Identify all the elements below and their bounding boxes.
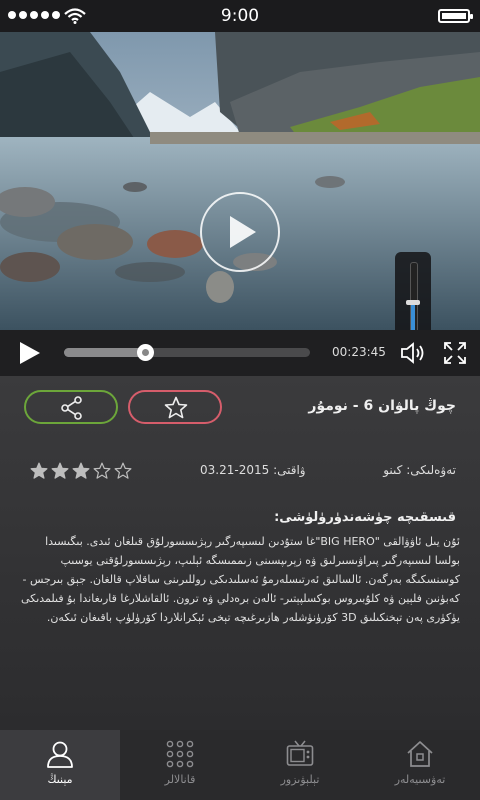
grid-icon — [166, 740, 194, 768]
tab-bar: مېنىڭ قانالالر تېلېۋىزور تەۋسىيەلەر — [0, 730, 480, 800]
share-icon — [61, 396, 82, 420]
video-player[interactable] — [0, 32, 480, 330]
tv-icon — [286, 740, 314, 766]
movie-title: چوڭ پالۋان 6 - نومۇر — [308, 398, 456, 414]
progress-played — [64, 348, 146, 357]
progress-handle[interactable] — [137, 344, 155, 361]
tab-label: تەۋسىيەلەر — [394, 773, 446, 786]
status-bar: 9:00 — [0, 0, 480, 32]
share-button[interactable] — [24, 390, 118, 424]
tab-tv[interactable]: تېلېۋىزور — [240, 730, 360, 800]
star-filled-icon — [72, 462, 90, 479]
player-controls: 00:23:45 — [0, 330, 480, 376]
status-time: 9:00 — [220, 6, 260, 26]
tab-label: قانالالر — [164, 773, 196, 786]
tab-label: مېنىڭ — [47, 773, 73, 786]
play-icon — [230, 216, 256, 248]
tab-channels[interactable]: قانالالر — [120, 730, 240, 800]
progress-bar[interactable] — [64, 344, 310, 361]
star-filled-icon — [30, 462, 48, 479]
tab-recommendations[interactable]: تەۋسىيەلەر — [360, 730, 480, 800]
fullscreen-icon[interactable] — [444, 342, 466, 364]
user-icon — [47, 741, 73, 768]
play-overlay-button[interactable] — [200, 192, 280, 272]
star-outline-icon — [164, 396, 188, 419]
tab-mine[interactable]: مېنىڭ — [0, 730, 120, 800]
rating-stars — [30, 462, 132, 480]
timecode: 00:23:45 — [332, 345, 386, 359]
volume-handle[interactable] — [406, 300, 420, 305]
release-date: ۋاقتى: 2015-03.21 — [200, 463, 306, 477]
movie-info: چوڭ پالۋان 6 - نومۇر ۋاقتى: 2015-03.21 ت… — [0, 376, 480, 730]
battery-icon — [438, 9, 473, 23]
play-button[interactable] — [20, 342, 40, 364]
star-filled-icon — [51, 462, 69, 479]
star-empty-icon — [114, 462, 132, 479]
movie-category: تەۋەلىكى: كىنو — [383, 463, 456, 477]
home-icon — [407, 741, 433, 767]
volume-slider[interactable] — [395, 252, 431, 330]
description-heading: قىسقىچە چۈشەندۈرۈلۈشى: — [274, 510, 456, 525]
tab-label: تېلېۋىزور — [280, 773, 320, 786]
star-empty-icon — [93, 462, 111, 479]
favorite-button[interactable] — [128, 390, 222, 424]
description-text: ئۇن يىل ئاۋۋالقى "BIG HERO"غا ستۇدىن لىس… — [20, 535, 460, 624]
volume-icon[interactable] — [400, 342, 426, 364]
